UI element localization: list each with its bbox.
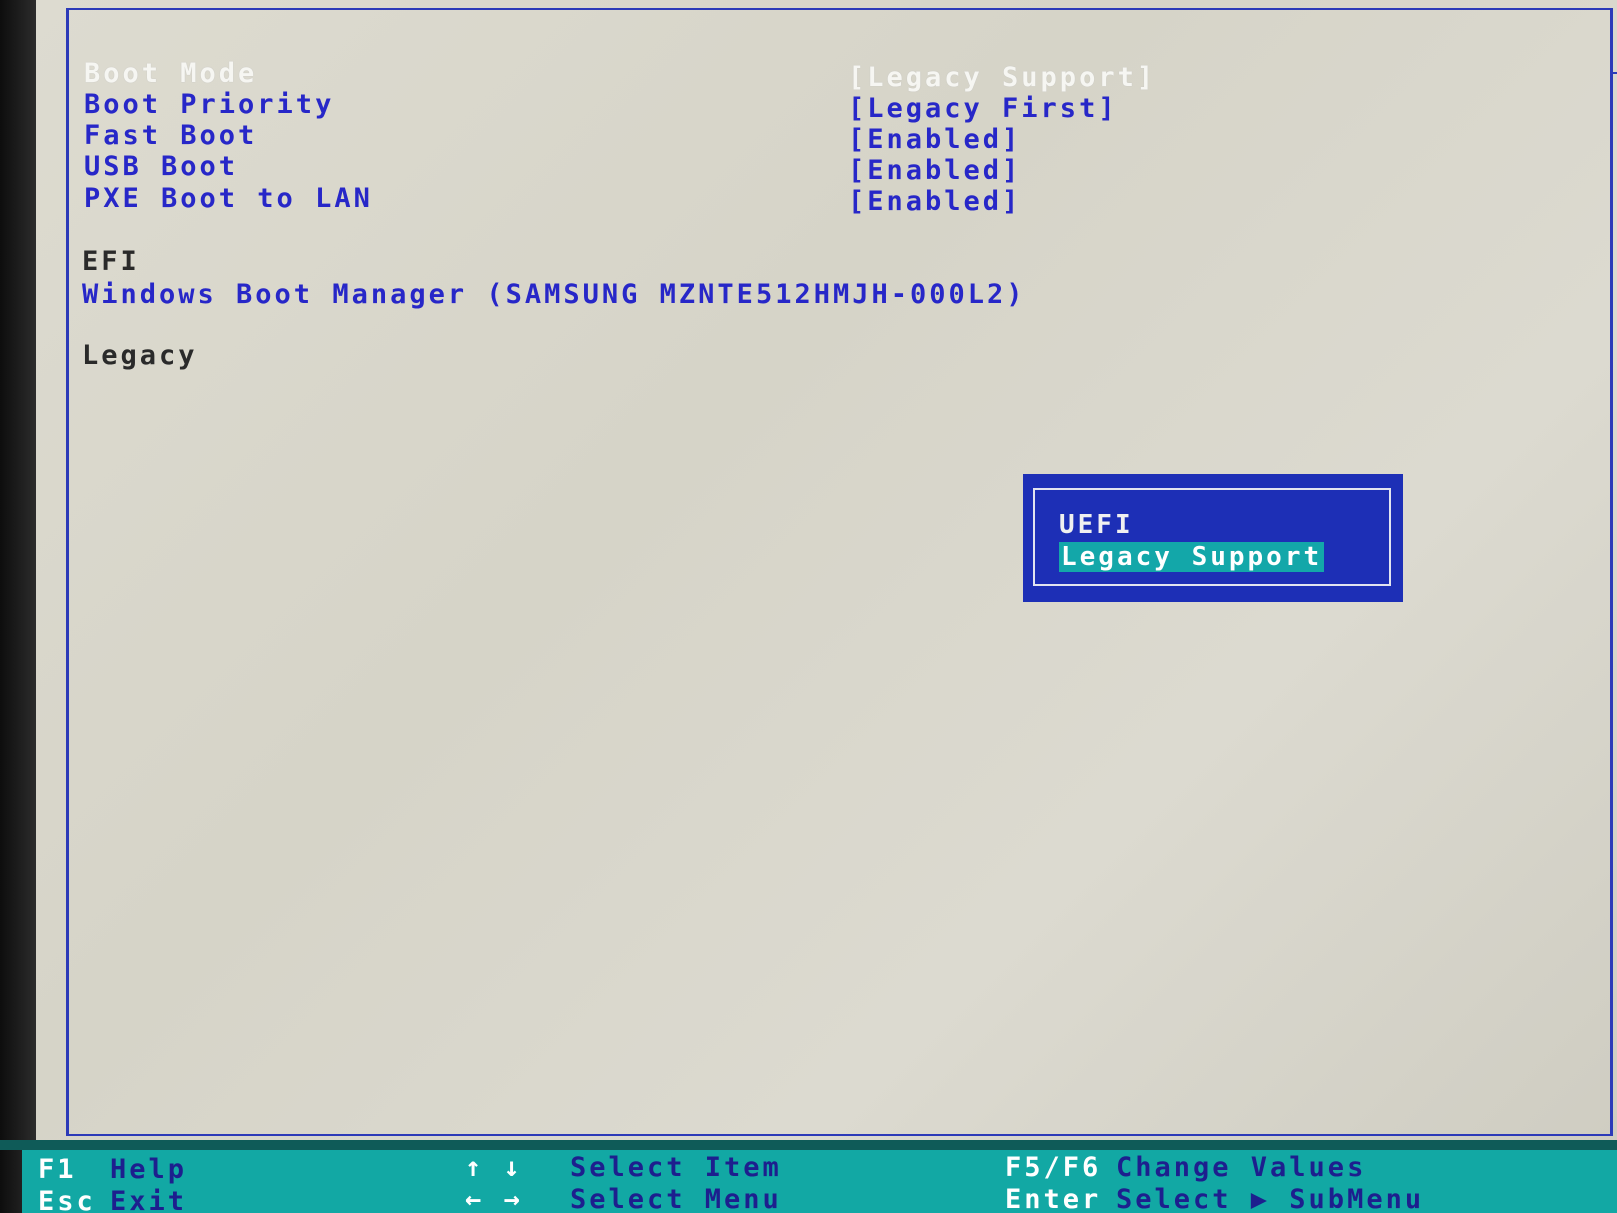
footer-key-enter: Enter xyxy=(1005,1184,1102,1213)
legacy-section-heading: Legacy xyxy=(82,340,198,371)
monitor-bezel xyxy=(0,0,36,1213)
setting-label-boot-priority[interactable]: Boot Priority xyxy=(84,89,334,120)
main-panel: Boot Mode [Legacy Support] Boot Priority… xyxy=(36,0,1617,1140)
footer-desc-select-submenu: Select ▶ SubMenu xyxy=(1116,1184,1425,1213)
popup-option-uefi[interactable]: UEFI xyxy=(1059,510,1134,540)
help-column-divider xyxy=(1610,8,1613,1136)
popup-option-legacy-support[interactable]: Legacy Support xyxy=(1059,542,1325,572)
efi-entry-windows-boot-manager[interactable]: Windows Boot Manager (SAMSUNG MZNTE512HM… xyxy=(82,279,1026,310)
setting-value-boot-mode[interactable]: [Legacy Support] xyxy=(848,62,1156,93)
key-help-bar: F1 Help ↑ ↓ Select Item F5/F6 Change Val… xyxy=(22,1150,1617,1213)
footer-desc-select-menu: Select Menu xyxy=(570,1184,782,1213)
footer-key-f1: F1 xyxy=(38,1154,77,1185)
boot-mode-popup[interactable]: UEFI Legacy Support xyxy=(1023,474,1403,602)
footer-desc-help: Help xyxy=(110,1154,188,1185)
setting-value-usb-boot[interactable]: [Enabled] xyxy=(848,155,1021,186)
setting-label-pxe-boot[interactable]: PXE Boot to LAN xyxy=(84,183,373,214)
footer-key-leftright-arrows: ← → xyxy=(465,1184,523,1213)
setting-label-usb-boot[interactable]: USB Boot xyxy=(84,151,238,182)
popup-frame: UEFI Legacy Support xyxy=(1033,488,1391,586)
footer-key-f5-f6: F5/F6 xyxy=(1005,1152,1102,1183)
footer-desc-select-item: Select Item xyxy=(570,1152,782,1183)
setting-value-fast-boot[interactable]: [Enabled] xyxy=(848,124,1021,155)
setting-value-pxe-boot[interactable]: [Enabled] xyxy=(848,186,1021,217)
footer-key-updown-arrows: ↑ ↓ xyxy=(465,1152,523,1183)
footer-key-esc: Esc xyxy=(38,1186,96,1213)
footer-desc-change-values: Change Values xyxy=(1116,1152,1367,1183)
help-column-top-line xyxy=(1613,72,1617,74)
setting-label-boot-mode[interactable]: Boot Mode xyxy=(84,58,257,89)
efi-section-heading: EFI xyxy=(82,246,140,277)
bios-screen: Boot Mode [Legacy Support] Boot Priority… xyxy=(0,0,1617,1213)
setting-label-fast-boot[interactable]: Fast Boot xyxy=(84,120,257,151)
footer-desc-exit: Exit xyxy=(110,1186,188,1213)
setting-value-boot-priority[interactable]: [Legacy First] xyxy=(848,93,1118,124)
footer-border xyxy=(0,1140,1617,1150)
